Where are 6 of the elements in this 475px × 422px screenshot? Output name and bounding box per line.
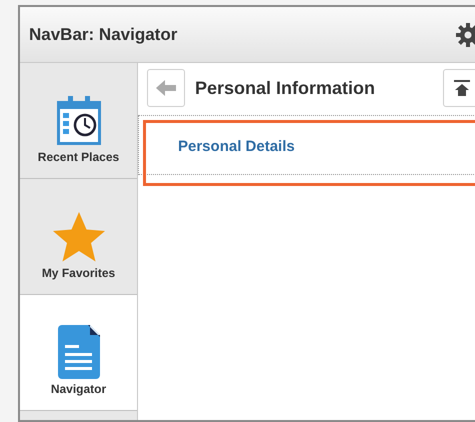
navigator-link[interactable]: Personal Details	[143, 120, 475, 186]
sidebar-item[interactable]: Recent Places	[20, 63, 137, 179]
sidebar-item[interactable]: Navigator	[20, 295, 137, 411]
window-title: NavBar: Navigator	[29, 24, 178, 44]
page-title: Personal Information	[195, 78, 376, 98]
sidebar-item[interactable]: My Favorites	[20, 179, 137, 295]
